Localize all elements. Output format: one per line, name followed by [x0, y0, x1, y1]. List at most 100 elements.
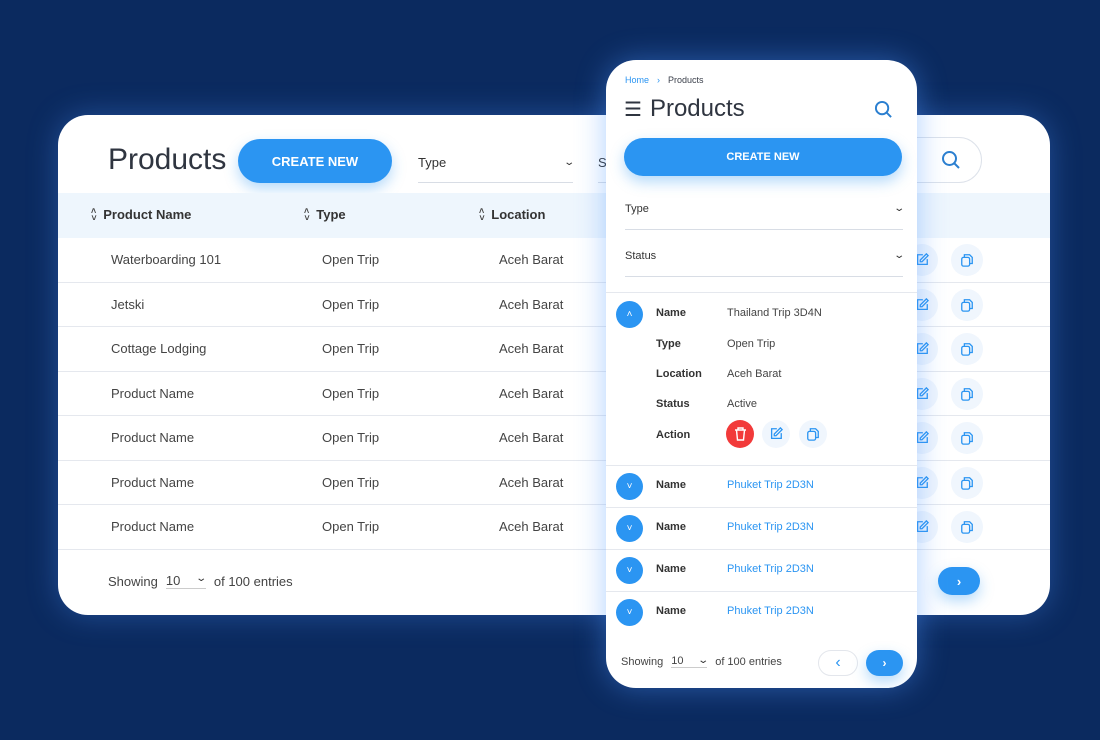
chevron-left-icon: ‹: [835, 654, 841, 671]
list-item[interactable]: ˅ Name Phuket Trip 2D3N: [606, 507, 917, 549]
field-label: Status: [656, 398, 690, 410]
chevron-right-icon: ›: [882, 656, 887, 670]
create-new-button[interactable]: CREATE NEW: [624, 138, 902, 176]
page-size-select[interactable]: 10 ⌄: [165, 573, 208, 589]
cell-location: Aceh Barat: [499, 252, 564, 267]
copy-button[interactable]: [799, 420, 827, 448]
chevron-right-icon: ›: [956, 573, 962, 589]
type-filter-label: Type: [418, 155, 447, 170]
copy-button[interactable]: [951, 333, 983, 365]
cell-type: Open Trip: [322, 519, 380, 534]
copy-button[interactable]: [951, 288, 983, 321]
page-title: Products: [649, 95, 745, 122]
page-size-value: 10: [671, 655, 684, 667]
type-filter-label: Type: [625, 202, 649, 215]
chevron-down-icon: ˅: [626, 565, 633, 576]
field-label: Name: [656, 521, 686, 533]
field-label: Name: [656, 307, 686, 319]
cell-product-name: Waterboarding 101: [111, 252, 222, 267]
copy-button[interactable]: [951, 244, 983, 276]
edit-icon: [915, 253, 929, 267]
list-item[interactable]: ˅ Name Phuket Trip 2D3N: [606, 549, 917, 591]
chevron-down-icon: ⌄: [562, 157, 575, 168]
cell-type: Open Trip: [322, 341, 380, 356]
cell-product-name: Cottage Lodging: [111, 341, 207, 356]
copy-button[interactable]: [951, 422, 983, 454]
copy-icon: [960, 476, 974, 490]
expand-toggle-button[interactable]: ˅: [616, 599, 643, 626]
cell-product-name: Jetski: [111, 296, 145, 312]
status-filter-label: Status: [625, 249, 657, 262]
list-item[interactable]: ˅ Name Phuket Trip 2D3N: [606, 591, 917, 633]
copy-icon: [960, 431, 974, 445]
edit-icon: [915, 476, 929, 490]
copy-button[interactable]: [951, 377, 983, 410]
type-filter-select[interactable]: Type ⌄: [418, 151, 575, 183]
column-header-product-name[interactable]: ˄ ˅ Product Name: [91, 205, 191, 223]
previous-page-button[interactable]: ‹: [818, 650, 858, 676]
column-label: Location: [491, 207, 546, 222]
cell-product-name: Product Name: [111, 519, 195, 534]
field-label: Name: [656, 479, 686, 491]
chevron-down-icon: ˅: [626, 607, 633, 618]
page-size-select[interactable]: 10 ⌄: [671, 655, 709, 668]
product-name-link[interactable]: Phuket Trip 2D3N: [727, 521, 814, 533]
chevron-up-icon: ˄: [626, 309, 633, 320]
product-name-link[interactable]: Phuket Trip 2D3N: [727, 479, 814, 491]
column-header-type[interactable]: ˄ ˅ Type: [304, 206, 346, 222]
breadcrumb-home-link[interactable]: Home: [625, 75, 649, 85]
cell-type: Open Trip: [322, 252, 380, 267]
cell-location: Aceh Barat: [499, 341, 564, 356]
cell-location: Aceh Barat: [499, 519, 564, 534]
product-name-link[interactable]: Phuket Trip 2D3N: [727, 605, 814, 617]
sort-icon: ˄ ˅: [91, 205, 97, 223]
chevron-down-icon: ˅: [626, 481, 633, 492]
expand-toggle-button[interactable]: ˅: [616, 515, 643, 542]
edit-icon: [915, 342, 929, 356]
expand-toggle-button[interactable]: ˅: [616, 557, 643, 584]
cell-location: Aceh Barat: [499, 474, 564, 490]
expand-toggle-button[interactable]: ˅: [616, 473, 643, 500]
product-name-link[interactable]: Phuket Trip 2D3N: [727, 563, 814, 575]
cell-location: Aceh Barat: [499, 296, 564, 312]
collapse-toggle-button[interactable]: ˄: [616, 301, 643, 328]
copy-icon: [960, 342, 974, 356]
table-footer: Showing 10 ⌄ of 100 entries: [108, 573, 293, 589]
field-label: Name: [656, 605, 686, 617]
cell-type: Open Trip: [322, 474, 380, 490]
mobile-footer: Showing 10 ⌄ of 100 entries: [621, 655, 782, 668]
edit-button[interactable]: [762, 420, 790, 448]
status-filter-select[interactable]: Status ⌄: [625, 243, 905, 277]
mobile-products-card: Home › Products ☰ Products CREATE NEW Ty…: [606, 60, 917, 688]
create-new-button[interactable]: CREATE NEW: [238, 139, 392, 183]
showing-label: Showing: [621, 655, 664, 668]
list-item[interactable]: ˅ Name Phuket Trip 2D3N: [606, 465, 917, 507]
trash-icon: [734, 427, 746, 441]
breadcrumb-current: Products: [668, 75, 704, 85]
hamburger-menu-icon[interactable]: ☰: [624, 97, 642, 122]
breadcrumb: Home › Products: [625, 75, 704, 85]
cell-location: Aceh Barat: [499, 385, 564, 401]
cell-product-name: Product Name: [111, 474, 195, 490]
edit-icon: [915, 520, 929, 534]
copy-icon: [960, 298, 974, 312]
copy-button[interactable]: [951, 511, 983, 543]
chevron-down-icon: ⌄: [195, 573, 208, 584]
next-page-button[interactable]: ›: [938, 567, 980, 595]
chevron-down-icon: ˅: [626, 523, 633, 534]
copy-icon: [960, 520, 974, 534]
cell-location: Aceh Barat: [499, 430, 564, 445]
type-filter-select[interactable]: Type ⌄: [625, 196, 905, 230]
next-page-button[interactable]: ›: [866, 650, 903, 676]
sort-icon: ˄ ˅: [479, 205, 485, 223]
delete-button[interactable]: [726, 420, 754, 448]
copy-button[interactable]: [951, 466, 983, 499]
chevron-down-icon: ⌄: [892, 203, 905, 214]
chevron-right-icon: ›: [657, 75, 661, 85]
search-icon[interactable]: [874, 100, 893, 119]
page-size-value: 10: [165, 573, 181, 588]
page-title: Products: [108, 143, 227, 176]
field-value: Open Trip: [727, 338, 776, 350]
field-label: Location: [656, 368, 702, 380]
column-header-location[interactable]: ˄ ˅ Location: [479, 205, 546, 223]
